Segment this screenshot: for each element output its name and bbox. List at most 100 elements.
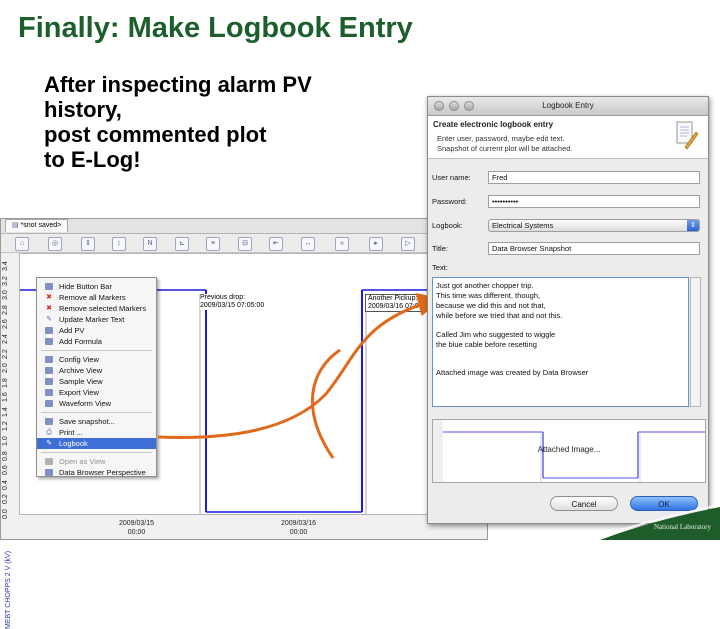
chevron-updown-icon: ⇕ — [687, 220, 699, 231]
menu-item-label: Archive View — [59, 366, 103, 375]
grid-icon — [45, 283, 53, 290]
axis-icon[interactable]: N — [143, 237, 157, 251]
password-label: Password: — [432, 197, 468, 206]
pan-icon[interactable]: ↔ — [301, 237, 315, 251]
annotation-line: 2009/03/15 07:05:00 — [200, 302, 265, 309]
text-scrollbar[interactable] — [690, 277, 701, 407]
menu-item[interactable]: Hide Button Bar — [37, 281, 156, 292]
text-line — [436, 350, 688, 359]
annotation-line: Previous drop: — [200, 294, 246, 301]
plot-tab[interactable]: ▤ *snot saved> — [5, 219, 69, 232]
pencil-icon: ✎ — [46, 316, 52, 323]
header-desc-line: Snapshot of current plot will be attache… — [437, 144, 573, 153]
menu-item[interactable]: Data Browser Perspective — [37, 467, 156, 478]
play-icon[interactable]: ▸ — [369, 237, 383, 251]
grid-icon[interactable]: ≡ — [206, 237, 220, 251]
y-tick-label: 3.0 — [2, 290, 9, 301]
header-desc-line: Enter user, password, maybe edit text. — [437, 134, 565, 143]
zoom-in-icon[interactable]: ⌂ — [15, 237, 29, 251]
title-field[interactable]: Data Browser Snapshot — [488, 242, 700, 255]
entry-text-area[interactable]: Just got another chopper trip. This time … — [432, 277, 689, 407]
time-zoom-icon[interactable]: ⊟ — [238, 237, 252, 251]
y-tick-label: 3.4 — [2, 261, 9, 271]
y-axis-ticks: 0.0 0.2 0.4 0.6 0.8 1.0 1.2 1.4 1.6 1.8 2.0 2.2 2.4 2… — [1, 253, 19, 519]
password-field[interactable]: •••••••••• — [488, 195, 700, 208]
menu-item-label: Data Browser Perspective — [59, 468, 146, 477]
text-line: because we did this and not that, — [436, 301, 546, 310]
y-tick-label: 2.0 — [2, 363, 9, 374]
menu-item[interactable]: ✎ Logbook — [37, 438, 156, 449]
vertical-zoom-icon[interactable]: ↕ — [112, 237, 126, 251]
scroll-icon[interactable]: ▷ — [401, 237, 415, 251]
menu-item[interactable]: Add Formula — [37, 336, 156, 347]
formula-icon — [45, 338, 53, 345]
bullet-text: After inspecting alarm PV history, post … — [44, 72, 404, 172]
red-x-icon: ✖ — [46, 305, 52, 312]
pan-left-icon[interactable]: ⇤ — [269, 237, 283, 251]
x-axis-date: 2009/03/16 — [281, 520, 317, 527]
export-icon — [45, 389, 53, 396]
config-icon — [45, 356, 53, 363]
annotation-line: 2009/03/16 07:0 — [368, 303, 419, 310]
slide-title: Finally: Make Logbook Entry — [18, 12, 413, 44]
rewind-icon[interactable]: « — [335, 237, 349, 251]
title-label: Title: — [432, 244, 448, 253]
menu-item[interactable]: Config View — [37, 354, 156, 365]
user-name-label: User name: — [432, 173, 471, 182]
x-axis-date: 2009/03/15 — [119, 520, 155, 527]
plot-tab-bar: ▤ *snot saved> — [1, 219, 487, 234]
chart-tab-icon: ▤ — [12, 222, 21, 229]
menu-item[interactable]: Save snapshot... — [37, 416, 156, 427]
menu-item[interactable]: Export View — [37, 387, 156, 398]
menu-item-label: Export View — [59, 388, 99, 397]
user-name-field[interactable]: Fred — [488, 171, 700, 184]
logbook-select[interactable]: Electrical Systems ⇕ — [488, 219, 700, 232]
menu-item-label: Save snapshot... — [59, 417, 115, 426]
header-description: Enter user, password, maybe edit text. S… — [437, 134, 573, 154]
menu-item-label: Hide Button Bar — [59, 282, 112, 291]
camera-icon — [45, 418, 53, 425]
menu-separator — [41, 350, 152, 351]
text-line — [436, 359, 688, 368]
y-tick-label: 0.6 — [2, 465, 9, 476]
menu-item[interactable]: Add PV — [37, 325, 156, 336]
snapshot-caption: Attached Image... — [537, 445, 601, 454]
annotation-another-pickup[interactable]: Another Pickup: 2009/03/16 07:0 — [365, 294, 422, 312]
menu-item[interactable]: ✖ Remove selected Markers — [37, 303, 156, 314]
menu-item-label: Add PV — [59, 326, 85, 335]
archive-icon — [45, 367, 53, 374]
menu-separator — [41, 452, 152, 453]
menu-item[interactable]: Sample View — [37, 376, 156, 387]
lab-logo — [600, 504, 720, 540]
zoom-out-icon[interactable]: ◎ — [48, 237, 62, 251]
text-line — [436, 321, 688, 330]
y-tick-label: 3.2 — [2, 275, 9, 286]
logbook-entry-dialog: Logbook Entry Create electronic logbook … — [427, 96, 709, 524]
x-axis-time: 00:00 — [127, 529, 146, 536]
y-tick-label: 1.8 — [2, 377, 9, 388]
y-tick-label: 1.6 — [2, 392, 9, 403]
annotation-previous-drop[interactable]: Previous drop: 2009/03/15 07:05:00 — [200, 294, 265, 310]
menu-item[interactable]: ✖ Remove all Markers — [37, 292, 156, 303]
menu-item-label: Logbook — [59, 439, 88, 448]
x-axis-label: 2009/03/15 00:00 — [119, 519, 154, 537]
logo-text: National Laboratory — [654, 523, 711, 531]
menu-item[interactable]: ⎙ Print ... — [37, 427, 156, 438]
snapshot-preview: Attached Image... — [432, 419, 706, 483]
scale-icon[interactable]: ⊾ — [175, 237, 189, 251]
dialog-titlebar: Logbook Entry — [428, 97, 708, 116]
menu-item[interactable]: Waveform View — [37, 398, 156, 409]
bullet-line: to E-Log! — [44, 147, 141, 172]
annotation-line: Another Pickup: — [368, 295, 418, 302]
logbook-select-value: Electrical Systems — [492, 221, 554, 230]
y-tick-label: 0.0 — [2, 509, 9, 519]
x-axis-time: 00:00 — [289, 529, 308, 536]
menu-item[interactable]: Archive View — [37, 365, 156, 376]
menu-item-label: Sample View — [59, 377, 103, 386]
context-menu: Hide Button Bar ✖ Remove all Markers ✖ Remov… — [36, 277, 157, 477]
menu-item[interactable]: ✎ Update Marker Text — [37, 314, 156, 325]
stagger-icon[interactable]: ⇕ — [81, 237, 95, 251]
waveform-icon — [45, 400, 53, 407]
text-label: Text: — [432, 263, 448, 272]
open-view-icon — [45, 458, 53, 465]
